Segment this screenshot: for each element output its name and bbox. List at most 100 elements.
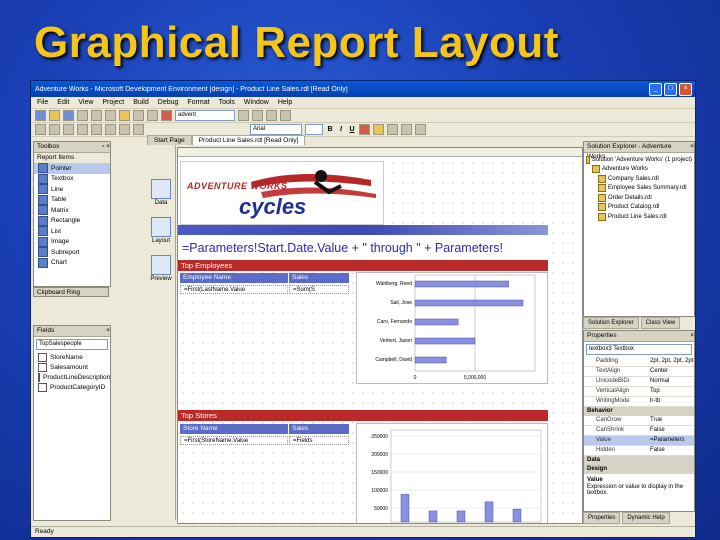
property-row[interactable]: TextAlign Center	[584, 367, 694, 377]
font-color-icon[interactable]	[359, 124, 370, 135]
tool-pointer[interactable]: Pointer	[34, 163, 110, 174]
menu-view[interactable]: View	[78, 99, 93, 106]
toolbox-icon[interactable]	[280, 110, 291, 121]
property-row[interactable]: Hidden False	[584, 446, 694, 456]
tab-properties[interactable]: Properties	[583, 512, 621, 524]
top-employees-chart[interactable]: Wahlberg, Reed Sail, Jose Caro, Fernando Ve…	[356, 272, 548, 384]
tool-textbox[interactable]: Textbox	[34, 173, 110, 185]
cut-icon[interactable]	[91, 110, 102, 121]
tab-solution-explorer[interactable]: Solution Explorer	[583, 317, 639, 329]
redo-icon[interactable]	[147, 110, 158, 121]
find-icon[interactable]	[238, 110, 249, 121]
category-data[interactable]: Data	[584, 456, 694, 465]
property-row[interactable]: Padding 2pt, 2pt, 2pt, 2pt	[584, 357, 694, 367]
bring-front-icon[interactable]	[119, 124, 130, 135]
property-row[interactable]: UnicodeBiDi Normal	[584, 377, 694, 387]
category-behavior[interactable]: Behavior	[584, 407, 694, 416]
top-stores-chart[interactable]: 250000 200000 150000 100000 50000	[356, 423, 548, 523]
logo-image[interactable]: ADVENTURE WORKS cycles	[180, 161, 384, 225]
report-canvas[interactable]: ADVENTURE WORKS cycles =Parameters!Start…	[177, 147, 583, 524]
menu-help[interactable]: Help	[278, 99, 292, 106]
bold-button[interactable]: B	[326, 126, 334, 133]
align-center-icon[interactable]	[49, 124, 60, 135]
employee-name-cell[interactable]: =First(LastName.Value	[180, 285, 288, 294]
menu-debug[interactable]: Debug	[158, 99, 179, 106]
store-sales-cell[interactable]: =Fields	[289, 436, 349, 445]
tree-item-report[interactable]: Order Details.rdl	[586, 193, 692, 203]
solution-explorer-icon[interactable]	[252, 110, 263, 121]
employee-name-header[interactable]: Employee Name	[180, 273, 288, 283]
properties-close-icon[interactable]: ×	[690, 331, 694, 341]
text-align-center-icon[interactable]	[401, 124, 412, 135]
object-selector[interactable]: textbox3 Textbox	[586, 344, 692, 355]
paste-icon[interactable]	[119, 110, 130, 121]
store-sales-header[interactable]: Sales	[289, 424, 349, 434]
property-row[interactable]: CanShrink False	[584, 426, 694, 436]
save-all-icon[interactable]	[77, 110, 88, 121]
field-item[interactable]: StoreName	[34, 352, 110, 362]
minimize-button[interactable]: _	[649, 82, 662, 96]
property-row-selected[interactable]: Value =Parameters	[584, 436, 694, 446]
top-stores-band[interactable]: Top Stores	[178, 410, 548, 421]
menu-format[interactable]: Format	[187, 99, 209, 106]
employee-sales-header[interactable]: Sales	[289, 273, 349, 283]
property-row[interactable]: CanGrow True	[584, 416, 694, 426]
fields-close-icon[interactable]: ×	[106, 326, 110, 336]
store-name-cell[interactable]: =First(StoreName.Value	[180, 436, 288, 445]
make-same-size-icon[interactable]	[91, 124, 102, 135]
new-project-icon[interactable]	[35, 110, 46, 121]
font-combo[interactable]: Arial	[250, 124, 302, 135]
tab-data[interactable]: Data	[150, 179, 172, 206]
tab-layout[interactable]: Layout	[150, 217, 172, 244]
tool-subreport[interactable]: Subreport	[34, 247, 110, 258]
tool-table[interactable]: Table	[34, 194, 110, 206]
tab-start-page[interactable]: Start Page	[147, 135, 192, 145]
config-combo[interactable]: advent	[175, 110, 235, 121]
copy-icon[interactable]	[105, 110, 116, 121]
tree-item-report[interactable]: Product Catalog.rdl	[586, 203, 692, 213]
send-back-icon[interactable]	[133, 124, 144, 135]
align-left-icon[interactable]	[35, 124, 46, 135]
menu-file[interactable]: File	[37, 99, 48, 106]
category-design[interactable]: Design	[584, 465, 694, 474]
pin-icon[interactable]: ▫ ×	[102, 142, 110, 152]
save-icon[interactable]	[63, 110, 74, 121]
field-item[interactable]: ProductCategoryID	[34, 382, 110, 392]
spacing-icon[interactable]	[105, 124, 116, 135]
italic-button[interactable]: I	[337, 126, 345, 133]
menu-edit[interactable]: Edit	[57, 99, 69, 106]
start-icon[interactable]	[161, 110, 172, 121]
tool-matrix[interactable]: Matrix	[34, 205, 110, 216]
undo-icon[interactable]	[133, 110, 144, 121]
tab-class-view[interactable]: Class View	[640, 317, 681, 329]
close-button[interactable]: ×	[679, 82, 692, 96]
tool-list[interactable]: List	[34, 226, 110, 237]
properties-icon[interactable]	[266, 110, 277, 121]
menu-build[interactable]: Build	[133, 99, 149, 106]
tool-rectangle[interactable]: Rectangle	[34, 215, 110, 227]
underline-button[interactable]: U	[348, 126, 356, 133]
field-item[interactable]: Salesamount	[34, 362, 110, 372]
tab-product-line-sales[interactable]: Product Line Sales.rdl [Read Only]	[191, 135, 306, 145]
menu-window[interactable]: Window	[244, 99, 269, 106]
tree-item-report[interactable]: Company Sales.rdl	[586, 174, 692, 184]
align-right-icon[interactable]	[63, 124, 74, 135]
align-top-icon[interactable]	[77, 124, 88, 135]
tree-item-solution[interactable]: Solution 'Adventure Works' (1 project)	[586, 155, 692, 165]
maximize-button[interactable]: □	[664, 82, 677, 96]
text-align-left-icon[interactable]	[387, 124, 398, 135]
tree-item-project[interactable]: Adventure Works	[586, 165, 692, 175]
clipboard-ring-header[interactable]: Clipboard Ring	[33, 287, 109, 297]
menu-project[interactable]: Project	[102, 99, 124, 106]
field-item[interactable]: ProductLineDescription	[34, 372, 110, 382]
top-employees-band[interactable]: Top Employees	[178, 260, 548, 271]
fill-color-icon[interactable]	[373, 124, 384, 135]
solution-close-icon[interactable]: ×	[690, 142, 694, 152]
employee-sales-cell[interactable]: =Sum(S	[289, 285, 349, 294]
toolbox-section[interactable]: Report Items	[34, 153, 110, 163]
font-size-combo[interactable]	[305, 124, 323, 135]
text-align-right-icon[interactable]	[415, 124, 426, 135]
tree-item-report[interactable]: Employee Sales Summary.rdl	[586, 184, 692, 194]
tool-image[interactable]: Image	[34, 236, 110, 248]
property-row[interactable]: WritingMode lr-tb	[584, 397, 694, 407]
